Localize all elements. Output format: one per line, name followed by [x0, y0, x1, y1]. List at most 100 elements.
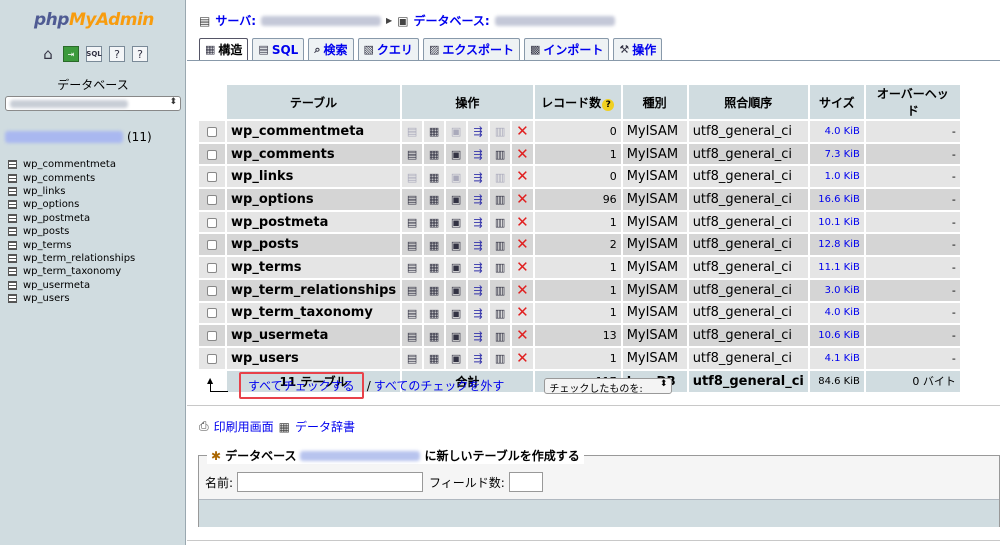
insert-icon[interactable]: ⇶: [474, 262, 483, 273]
structure-icon[interactable]: ▦: [429, 217, 439, 228]
sidebar-table-name[interactable]: wp_comments: [23, 173, 95, 184]
table-size[interactable]: 11.1 KiB: [809, 257, 864, 278]
search-icon[interactable]: ▣: [451, 172, 461, 183]
table-icon[interactable]: [8, 213, 17, 223]
row-checkbox[interactable]: [207, 353, 217, 364]
insert-icon[interactable]: ⇶: [474, 217, 483, 228]
sidebar-table-item[interactable]: wp_terms: [8, 238, 135, 251]
drop-icon[interactable]: ✕: [516, 305, 529, 320]
browse-icon[interactable]: ▤: [407, 217, 417, 228]
header-size[interactable]: サイズ: [809, 85, 864, 119]
docs-icon[interactable]: ?: [109, 46, 125, 62]
search-icon[interactable]: ▣: [451, 331, 461, 342]
sidebar-table-item[interactable]: wp_term_relationships: [8, 252, 135, 265]
sidebar-table-item[interactable]: wp_links: [8, 185, 135, 198]
table-name[interactable]: wp_users: [227, 347, 401, 369]
search-icon[interactable]: ▣: [451, 353, 461, 364]
table-icon[interactable]: [8, 280, 17, 290]
empty-icon[interactable]: ▥: [495, 149, 505, 160]
row-checkbox[interactable]: [207, 149, 217, 160]
table-size[interactable]: 4.0 KiB: [809, 302, 864, 324]
empty-icon[interactable]: ▥: [495, 240, 505, 251]
row-checkbox[interactable]: [207, 217, 217, 228]
home-icon[interactable]: ⌂: [40, 45, 56, 63]
phpmyadmin-logo[interactable]: phpMyAdmin: [34, 10, 154, 30]
table-name-input[interactable]: [237, 472, 424, 492]
table-icon[interactable]: [8, 267, 17, 277]
table-name[interactable]: wp_postmeta: [227, 211, 401, 233]
table-size[interactable]: 12.8 KiB: [809, 234, 864, 256]
sidebar-table-name[interactable]: wp_posts: [23, 226, 69, 237]
sql-query-window-icon[interactable]: SQL: [86, 46, 102, 62]
row-checkbox[interactable]: [207, 172, 217, 183]
drop-icon[interactable]: ✕: [516, 282, 529, 298]
row-checkbox[interactable]: [207, 194, 217, 205]
drop-icon[interactable]: ✕: [516, 214, 529, 230]
sidebar-table-item[interactable]: wp_options: [8, 198, 135, 211]
field-count-input[interactable]: [508, 472, 543, 492]
sidebar-table-name[interactable]: wp_options: [23, 199, 79, 210]
drop-icon[interactable]: ✕: [516, 123, 529, 139]
sidebar-table-name[interactable]: wp_usermeta: [23, 280, 90, 291]
tab-search[interactable]: ⌕ 検索: [308, 38, 354, 60]
search-icon[interactable]: ▣: [451, 308, 461, 319]
data-dictionary-link[interactable]: データ辞書: [295, 418, 355, 435]
row-checkbox[interactable]: [207, 240, 217, 251]
browse-icon[interactable]: ▤: [407, 262, 417, 273]
table-name[interactable]: wp_comments: [227, 143, 401, 165]
empty-icon[interactable]: ▥: [495, 172, 505, 183]
browse-icon[interactable]: ▤: [407, 353, 417, 364]
table-size[interactable]: 16.6 KiB: [809, 189, 864, 210]
table-name[interactable]: wp_terms: [227, 257, 401, 278]
tab-sql[interactable]: ▤ SQL: [252, 38, 305, 60]
structure-icon[interactable]: ▦: [429, 194, 439, 205]
table-icon[interactable]: [8, 294, 17, 304]
header-overhead[interactable]: オーバーヘッド: [865, 85, 960, 119]
browse-icon[interactable]: ▤: [407, 331, 417, 342]
drop-icon[interactable]: ✕: [516, 146, 529, 162]
structure-icon[interactable]: ▦: [429, 172, 439, 183]
empty-icon[interactable]: ▥: [495, 262, 505, 273]
exit-icon[interactable]: ⇥: [63, 46, 79, 62]
structure-icon[interactable]: ▦: [429, 149, 439, 160]
table-name[interactable]: wp_usermeta: [227, 325, 401, 346]
tab-query[interactable]: ▧ クエリ: [357, 38, 419, 60]
structure-icon[interactable]: ▦: [429, 331, 439, 342]
drop-icon[interactable]: ✕: [516, 191, 529, 207]
database-label-link[interactable]: データベース:: [414, 12, 490, 29]
table-icon[interactable]: [8, 160, 17, 170]
browse-icon[interactable]: ▤: [407, 194, 417, 205]
database-select[interactable]: ⬍: [5, 96, 181, 111]
mysql-docs-icon[interactable]: ?: [132, 46, 148, 62]
table-size[interactable]: 10.1 KiB: [809, 211, 864, 233]
table-name[interactable]: wp_posts: [227, 234, 401, 256]
table-name[interactable]: wp_commentmeta: [227, 121, 401, 142]
sidebar-table-item[interactable]: wp_users: [8, 292, 135, 305]
row-checkbox[interactable]: [207, 331, 217, 342]
sidebar-table-item[interactable]: wp_postmeta: [8, 212, 135, 225]
table-icon[interactable]: [8, 227, 17, 237]
sidebar-table-name[interactable]: wp_term_relationships: [23, 253, 135, 264]
row-checkbox[interactable]: [207, 308, 217, 319]
table-size[interactable]: 1.0 KiB: [809, 166, 864, 188]
drop-icon[interactable]: ✕: [516, 328, 529, 343]
insert-icon[interactable]: ⇶: [474, 353, 483, 364]
server-name-blurred[interactable]: [261, 15, 382, 26]
empty-icon[interactable]: ▥: [495, 126, 505, 137]
table-icon[interactable]: [8, 200, 17, 210]
table-size[interactable]: 3.0 KiB: [809, 279, 864, 301]
drop-icon[interactable]: ✕: [516, 259, 529, 275]
sidebar-table-name[interactable]: wp_terms: [23, 240, 72, 251]
browse-icon[interactable]: ▤: [407, 126, 417, 137]
sidebar-table-name[interactable]: wp_users: [23, 293, 70, 304]
search-icon[interactable]: ▣: [451, 149, 461, 160]
table-name[interactable]: wp_links: [227, 166, 401, 188]
sidebar-table-item[interactable]: wp_term_taxonomy: [8, 265, 135, 278]
table-size[interactable]: 4.1 KiB: [809, 347, 864, 369]
table-name[interactable]: wp_options: [227, 189, 401, 210]
table-size[interactable]: 7.3 KiB: [809, 143, 864, 165]
current-database[interactable]: (11): [5, 130, 152, 144]
table-size[interactable]: 10.6 KiB: [809, 325, 864, 346]
structure-icon[interactable]: ▦: [429, 308, 439, 319]
sidebar-table-name[interactable]: wp_links: [23, 186, 65, 197]
